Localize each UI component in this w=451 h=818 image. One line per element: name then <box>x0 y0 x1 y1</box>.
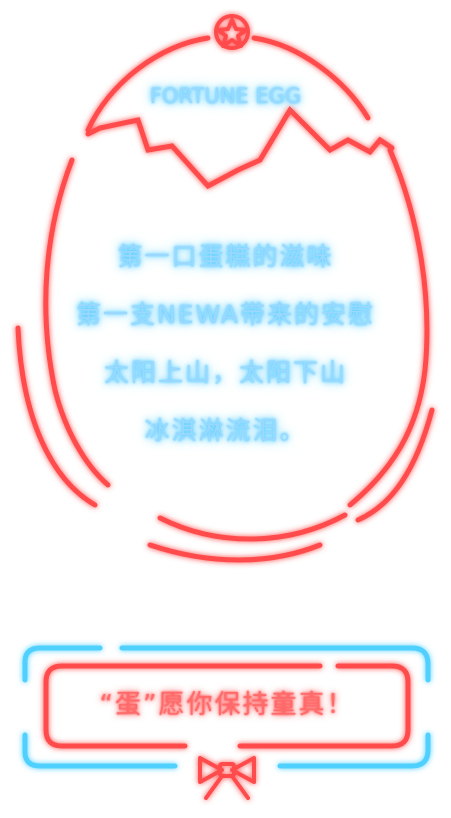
egg-outline <box>43 35 430 542</box>
egg-title: FORTUNE EGG <box>149 84 302 108</box>
star-icon <box>214 14 250 50</box>
bow-icon <box>198 756 256 800</box>
poem-line-2: 第一支NEWA带来的安慰 <box>76 300 375 329</box>
poem-line-4: 冰淇淋流泪。 <box>144 416 307 445</box>
banner-message: “蛋”愿你保持童真！ <box>99 690 355 720</box>
fortune-egg-card: FORTUNE EGG 第一口蛋糕的滋味 第一支NEWA带来的安慰 太阳上山，太… <box>0 0 451 818</box>
poem-line-3: 太阳上山，太阳下山 <box>103 358 347 387</box>
poem-line-1: 第一口蛋糕的滋味 <box>117 242 334 271</box>
